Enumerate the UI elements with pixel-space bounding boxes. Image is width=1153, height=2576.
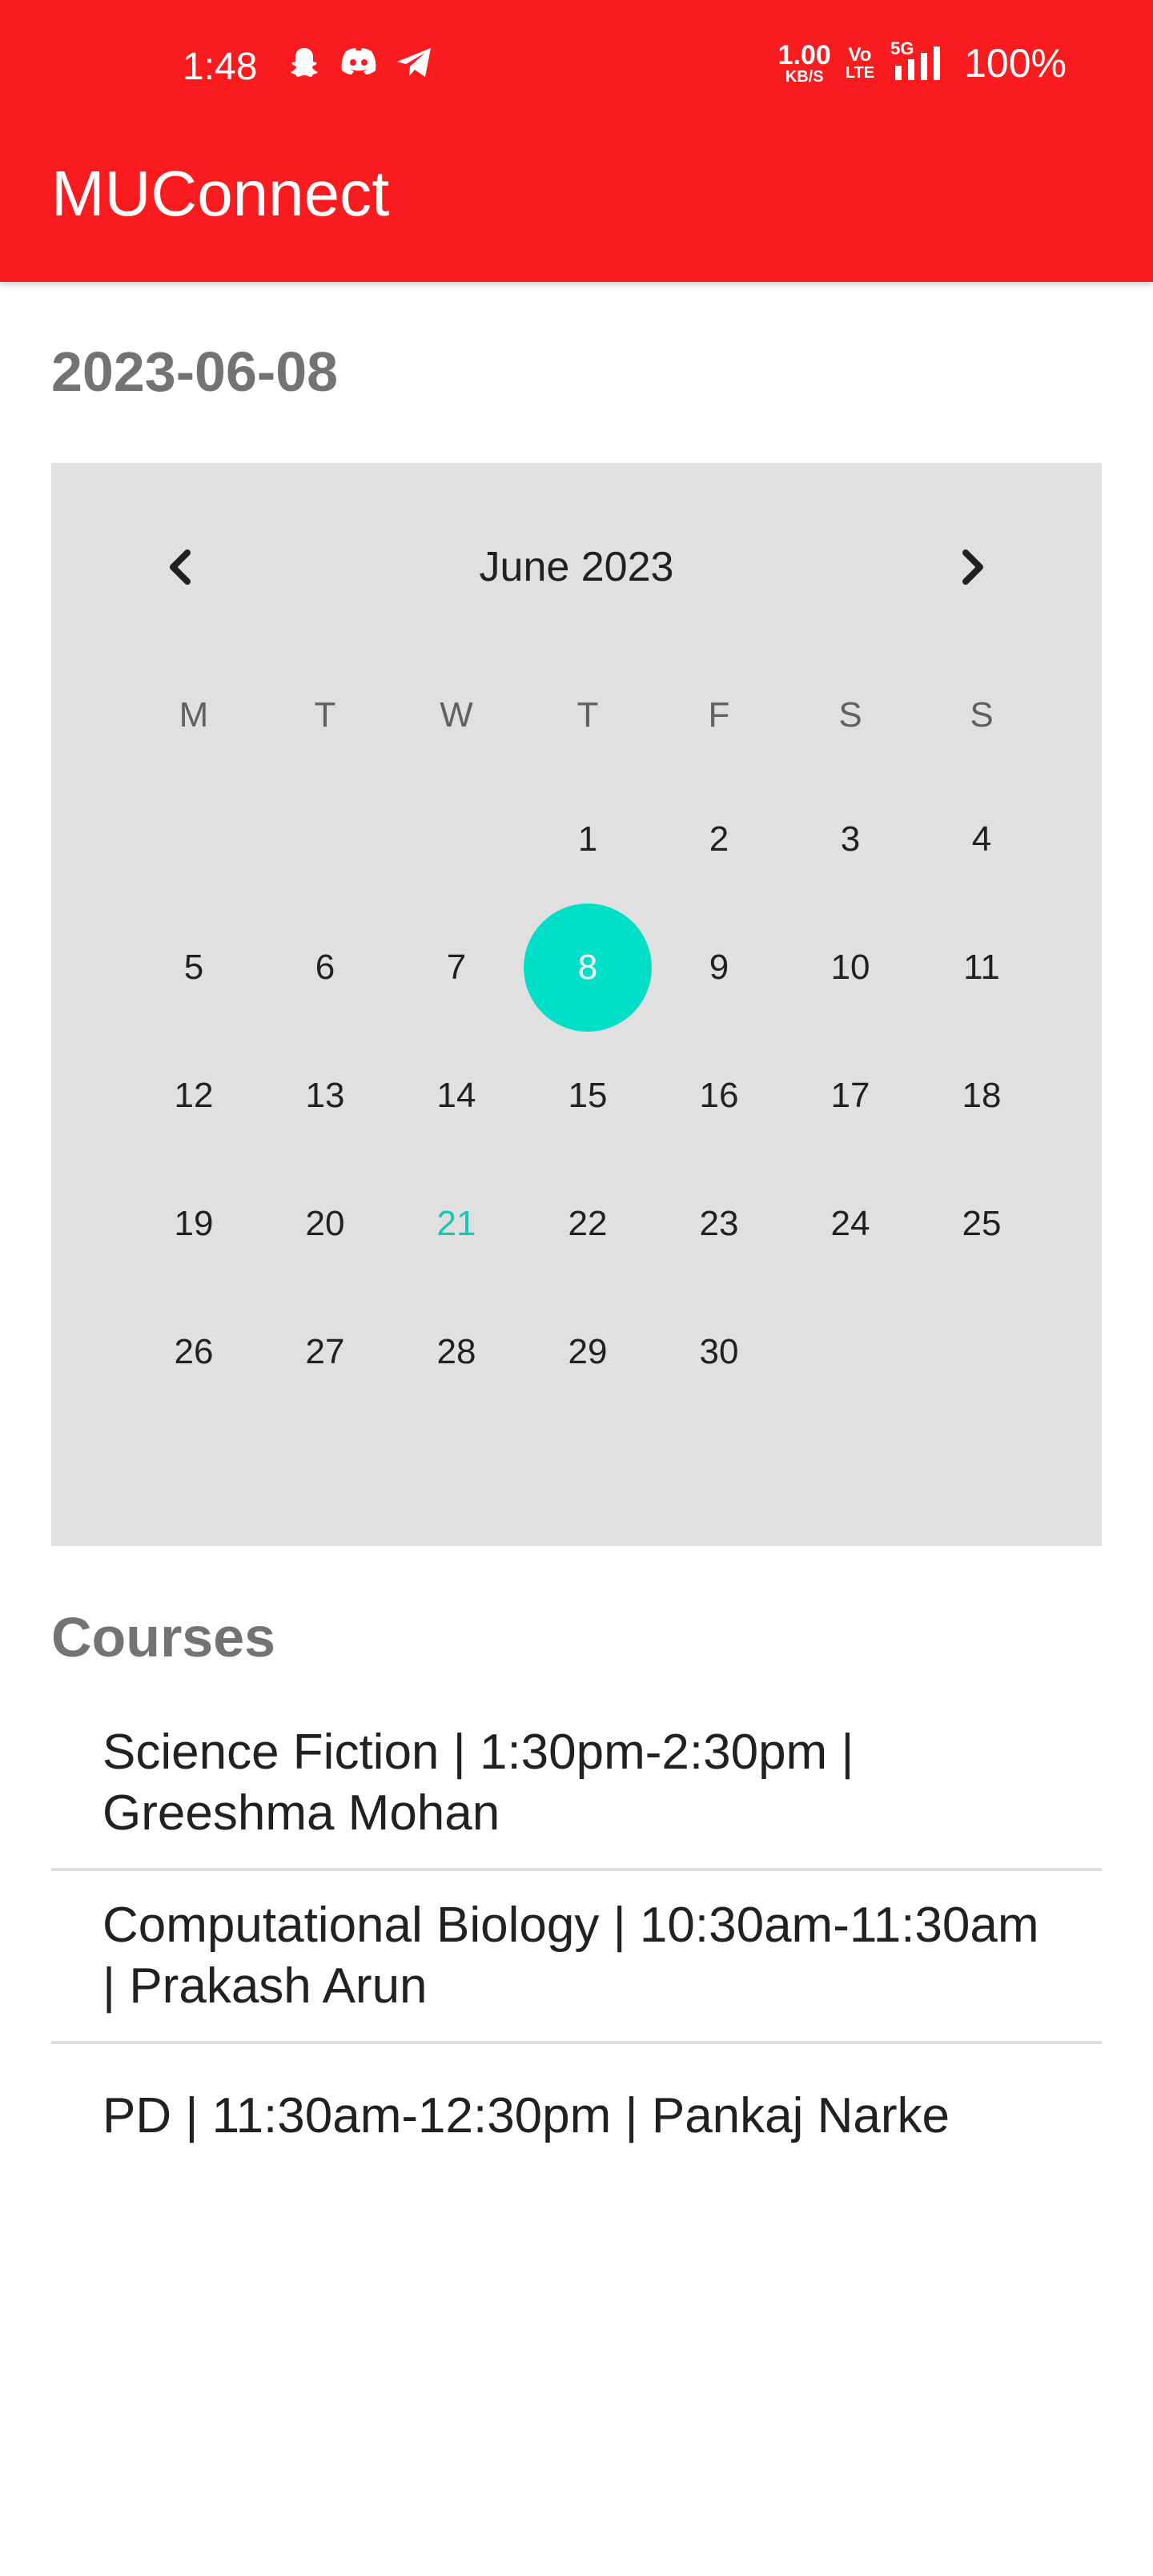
calendar-day-25[interactable]: 25 <box>916 1160 1047 1288</box>
calendar-blank-cell <box>259 775 391 904</box>
calendar-day-number: 30 <box>699 1332 739 1371</box>
calendar-day-4[interactable]: 4 <box>916 775 1047 904</box>
calendar-day-number: 13 <box>305 1076 345 1115</box>
course-list-item[interactable]: Computational Biology | 10:30am-11:30am … <box>51 1871 1102 2044</box>
calendar-day-19[interactable]: 19 <box>128 1160 259 1288</box>
calendar-day-number: 27 <box>305 1332 345 1371</box>
snapchat-icon <box>287 45 322 84</box>
calendar-day-23[interactable]: 23 <box>653 1160 785 1288</box>
calendar-day-9[interactable]: 9 <box>653 904 785 1032</box>
calendar-day-29[interactable]: 29 <box>522 1288 653 1416</box>
calendar-day-8[interactable]: 8 <box>522 904 653 1032</box>
calendar-day-30[interactable]: 30 <box>653 1288 785 1416</box>
day-grid: 1 2 3 4 5 6 7 8 9 10 11 12 13 14 15 16 17 18 19 20 21 22 23 24 2… <box>128 775 1047 1416</box>
calendar-day-number: 18 <box>962 1076 1002 1115</box>
course-list-item[interactable]: Science Fiction | 1:30pm-2:30pm | Greesh… <box>51 1698 1102 1871</box>
app-bar: 1:48 1.00 KB/S Vo LTE 5G 100% MUConnect <box>0 0 1153 282</box>
calendar-blank-cell <box>128 775 259 904</box>
calendar-blank-cell <box>391 775 522 904</box>
calendar-day-26[interactable]: 26 <box>128 1288 259 1416</box>
chevron-right-icon <box>962 549 983 585</box>
next-month-button[interactable] <box>932 527 1012 607</box>
calendar-day-11[interactable]: 11 <box>916 904 1047 1032</box>
discord-icon <box>339 46 378 83</box>
weekday-label: S <box>838 695 862 735</box>
calendar-day-number: 21 <box>436 1204 476 1243</box>
calendar-day-27[interactable]: 27 <box>259 1288 391 1416</box>
calendar-day-number: 29 <box>568 1332 608 1371</box>
calendar-day-17[interactable]: 17 <box>785 1032 916 1160</box>
calendar-day-1[interactable]: 1 <box>522 775 653 904</box>
telegram-icon <box>396 46 432 83</box>
calendar-day-number: 2 <box>709 819 729 859</box>
weekday-label: T <box>314 695 336 735</box>
calendar-day-number: 10 <box>830 948 870 987</box>
signal-icon: 5G <box>889 38 950 82</box>
app-title: MUConnect <box>51 158 390 229</box>
calendar-day-6[interactable]: 6 <box>259 904 391 1032</box>
course-list-item[interactable]: PD | 11:30am-12:30pm | Pankaj Narke <box>51 2044 1102 2171</box>
calendar-day-5[interactable]: 5 <box>128 904 259 1032</box>
network-speed: 1.00 KB/S <box>777 40 831 86</box>
weekday-label: S <box>970 695 994 735</box>
calendar-day-number: 20 <box>305 1204 345 1243</box>
courses-list: Science Fiction | 1:30pm-2:30pm | Greesh… <box>51 1698 1102 2171</box>
notification-icons <box>287 45 432 84</box>
calendar-day-number: 28 <box>436 1332 476 1371</box>
battery-percentage: 100% <box>964 41 1067 86</box>
calendar-day-20[interactable]: 20 <box>259 1160 391 1288</box>
calendar-day-number: 26 <box>174 1332 214 1371</box>
calendar-day-7[interactable]: 7 <box>391 904 522 1032</box>
calendar-day-number: 16 <box>699 1076 739 1115</box>
calendar-day-13[interactable]: 13 <box>259 1032 391 1160</box>
calendar-day-number: 17 <box>830 1076 870 1115</box>
calendar-day-number: 14 <box>436 1076 476 1115</box>
courses-heading: Courses <box>51 1606 276 1668</box>
calendar-day-14[interactable]: 14 <box>391 1032 522 1160</box>
calendar-day-number: 4 <box>971 819 992 859</box>
calendar-day-number: 15 <box>568 1076 608 1115</box>
calendar-day-number: 6 <box>315 948 335 987</box>
calendar-day-number: 5 <box>183 948 204 987</box>
status-time: 1:48 <box>183 46 258 88</box>
calendar-day-24[interactable]: 24 <box>785 1160 916 1288</box>
calendar-day-18[interactable]: 18 <box>916 1032 1047 1160</box>
calendar-day-number: 12 <box>174 1076 214 1115</box>
calendar-day-number: 24 <box>830 1204 870 1243</box>
calendar-day-number: 19 <box>174 1204 214 1243</box>
weekday-label: F <box>708 695 730 735</box>
calendar-day-number: 11 <box>963 948 1000 987</box>
weekday-label: T <box>576 695 599 735</box>
calendar-day-12[interactable]: 12 <box>128 1032 259 1160</box>
calendar-day-number: 25 <box>962 1204 1002 1243</box>
calendar-day-2[interactable]: 2 <box>653 775 785 904</box>
calendar-view: June 2023 M T W T F S S 1 2 3 4 5 6 7 8 9 10 11 12 1… <box>51 463 1102 1546</box>
calendar-day-10[interactable]: 10 <box>785 904 916 1032</box>
calendar-day-number: 7 <box>446 948 467 987</box>
calendar-day-number: 1 <box>577 819 598 859</box>
calendar-day-number: 22 <box>568 1204 608 1243</box>
calendar-day-22[interactable]: 22 <box>522 1160 653 1288</box>
calendar-day-number: 23 <box>699 1204 739 1243</box>
calendar-day-number: 9 <box>709 948 729 987</box>
calendar-day-16[interactable]: 16 <box>653 1032 785 1160</box>
calendar-day-28[interactable]: 28 <box>391 1288 522 1416</box>
weekday-header-row: M T W T F S S <box>128 695 1047 735</box>
calendar-day-21[interactable]: 21 <box>391 1160 522 1288</box>
weekday-label: M <box>179 695 209 735</box>
system-status-icons: 1.00 KB/S Vo LTE 5G 100% <box>777 38 1067 87</box>
calendar-day-3[interactable]: 3 <box>785 775 916 904</box>
calendar-day-15[interactable]: 15 <box>522 1032 653 1160</box>
weekday-label: W <box>440 695 473 735</box>
calendar-day-number: 8 <box>524 904 652 1032</box>
volte-icon: Vo LTE <box>845 44 875 82</box>
selected-date-label: 2023-06-08 <box>51 340 339 403</box>
calendar-day-number: 3 <box>840 819 861 859</box>
